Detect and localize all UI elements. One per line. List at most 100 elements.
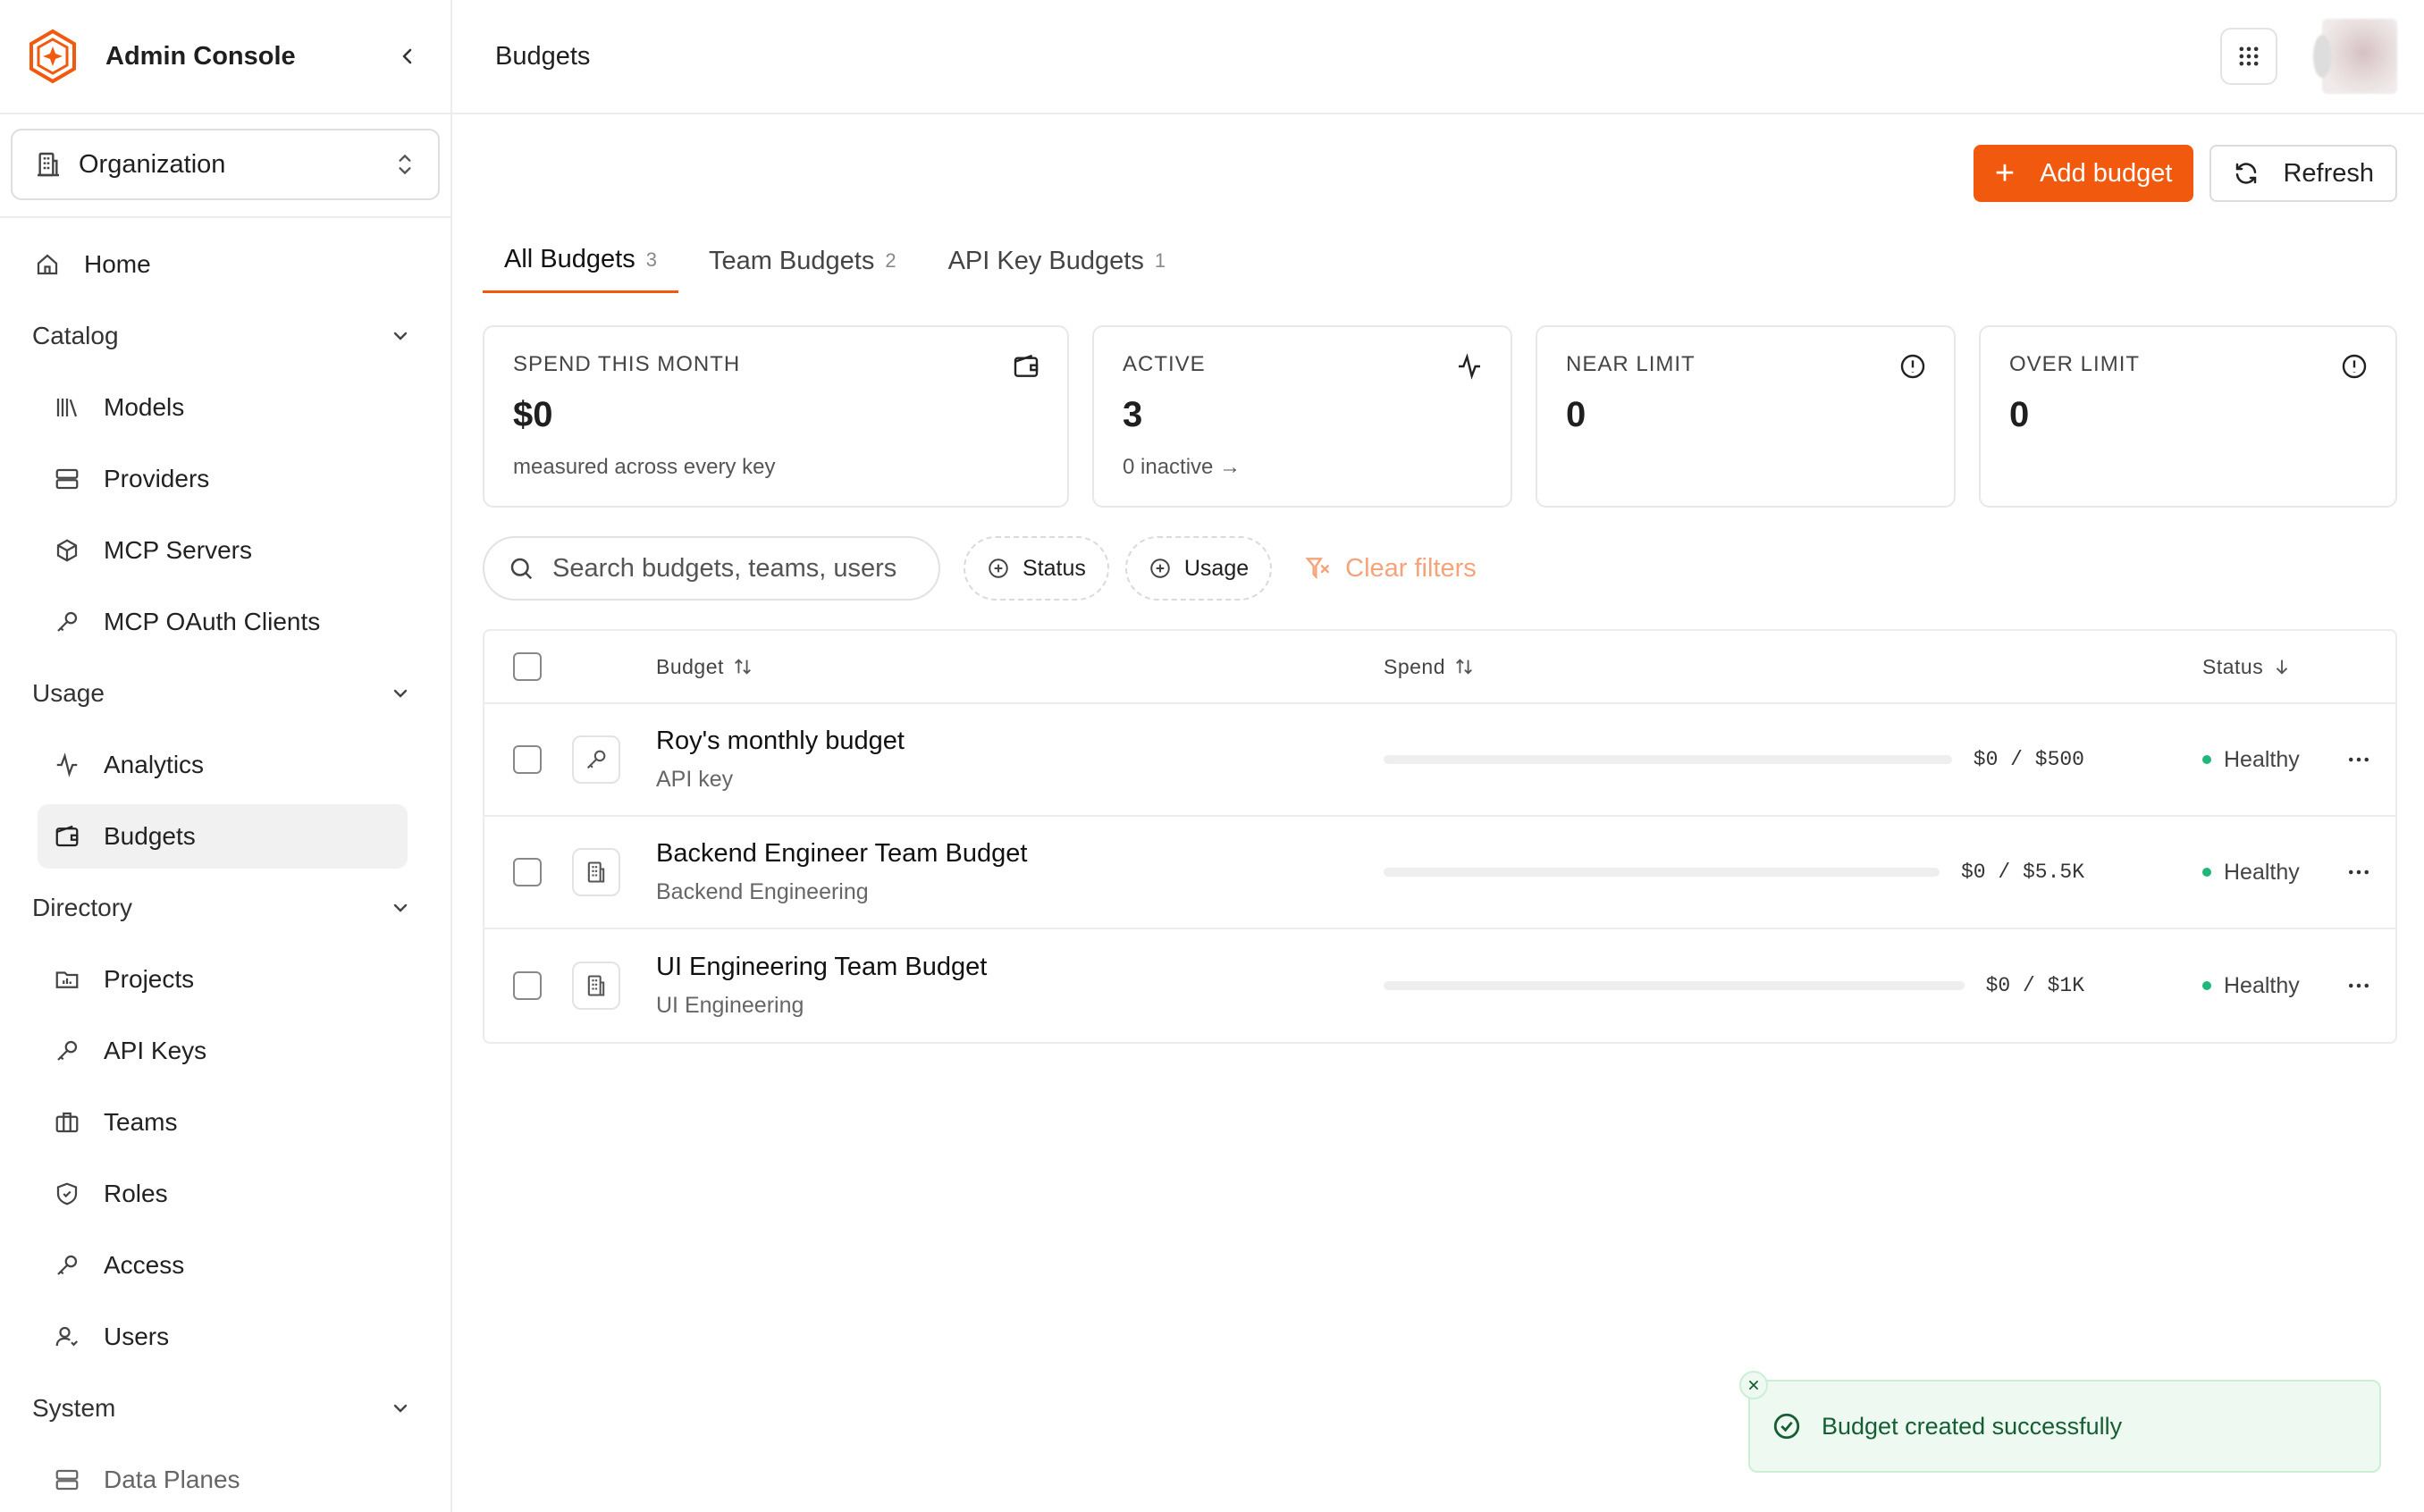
chip-label: Usage	[1183, 555, 1250, 581]
sidebar-section-usage[interactable]: Usage	[32, 661, 411, 726]
plus-circle-icon	[1150, 559, 1170, 578]
add-budget-button[interactable]: + Add budget	[1973, 145, 2194, 202]
budget-name[interactable]: Roy's monthly budget	[656, 727, 905, 756]
status-column-header[interactable]: Status	[2202, 655, 2292, 679]
stat-label: SPEND THIS MONTH	[513, 352, 741, 376]
sidebar-item-access[interactable]: Access	[38, 1233, 411, 1298]
more-horizontal-icon	[2349, 983, 2369, 988]
folder-chart-icon	[55, 971, 79, 988]
search-icon	[510, 558, 533, 580]
server-icon	[55, 1469, 79, 1491]
spend-progress-bar	[1384, 755, 1952, 764]
sidebar-section-catalog[interactable]: Catalog	[32, 304, 411, 368]
budget-owner: UI Engineering	[656, 993, 804, 1018]
row-checkbox[interactable]	[513, 971, 542, 1000]
avatar[interactable]	[2313, 19, 2397, 94]
sidebar-item-projects[interactable]: Projects	[38, 947, 411, 1012]
success-toast: Budget created successfully	[1739, 1371, 2381, 1473]
chevron-down-icon	[393, 1404, 408, 1413]
chevron-left-icon	[402, 48, 412, 64]
tab-count: 1	[1154, 249, 1166, 272]
stat-sub: measured across every key	[513, 455, 776, 479]
sidebar-item-label: Providers	[104, 465, 210, 492]
table-row[interactable]: Backend Engineer Team Budget Backend Eng…	[484, 817, 2395, 929]
select-all-checkbox[interactable]	[513, 652, 542, 681]
budget-owner: API key	[656, 767, 734, 792]
status-badge: Healthy	[2202, 747, 2300, 773]
status-dot	[2202, 981, 2211, 990]
apps-menu-button[interactable]	[2220, 28, 2277, 85]
chevron-down-icon	[393, 332, 408, 340]
tab-label: All Budgets	[504, 245, 635, 273]
spend-value: $0 / $5.5K	[1960, 861, 2084, 884]
spend-progress-bar	[1384, 981, 1965, 990]
sidebar-item-budgets[interactable]: Budgets	[38, 804, 408, 869]
row-actions-button[interactable]	[2345, 972, 2372, 999]
sidebar-item-data-planes[interactable]: Data Planes	[38, 1448, 411, 1512]
clear-filters-label: Clear filters	[1345, 553, 1477, 583]
budget-name[interactable]: Backend Engineer Team Budget	[656, 839, 1027, 869]
status-filter-chip[interactable]: Status	[964, 536, 1109, 601]
budget-tabs: All Budgets 3 Team Budgets 2 API Key Bud…	[483, 229, 1196, 293]
sidebar-item-mcp-oauth-clients[interactable]: MCP OAuth Clients	[38, 590, 411, 654]
sidebar-item-analytics[interactable]: Analytics	[38, 733, 411, 797]
top-bar: Budgets	[452, 0, 2424, 114]
inactive-link[interactable]: 0 inactive →	[1123, 455, 1482, 480]
spend-column-header[interactable]: Spend	[1384, 655, 1474, 679]
sidebar-item-label: Projects	[104, 965, 195, 993]
sidebar-item-api-keys[interactable]: API Keys	[38, 1019, 411, 1083]
check-circle-icon	[1773, 1413, 1800, 1440]
key-icon	[586, 750, 606, 769]
wallet-icon	[55, 825, 79, 847]
tab-team-budgets[interactable]: Team Budgets 2	[687, 229, 918, 293]
tab-label: Team Budgets	[708, 246, 875, 275]
table-row[interactable]: UI Engineering Team Budget UI Engineerin…	[484, 929, 2395, 1042]
clear-filters-button[interactable]: Clear filters	[1304, 554, 1477, 584]
table-row[interactable]: Roy's monthly budget API key $0 / $500 H…	[484, 704, 2395, 817]
sort-icon	[1456, 659, 1472, 675]
sidebar-item-roles[interactable]: Roles	[38, 1162, 411, 1226]
tab-label: API Key Budgets	[947, 246, 1144, 275]
budget-column-header[interactable]: Budget	[656, 655, 753, 679]
usage-filter-chip[interactable]: Usage	[1124, 536, 1273, 601]
sidebar-item-mcp-servers[interactable]: MCP Servers	[38, 518, 411, 583]
stat-over-limit: OVER LIMIT 0	[1979, 325, 2397, 508]
tab-all-budgets[interactable]: All Budgets 3	[483, 229, 678, 293]
plus-circle-icon	[989, 559, 1008, 578]
budget-type-badge	[572, 735, 620, 784]
sidebar-item-users[interactable]: Users	[38, 1305, 411, 1369]
grid-dots-icon	[2239, 46, 2259, 66]
organization-select[interactable]: Organization	[11, 129, 440, 200]
budget-name[interactable]: UI Engineering Team Budget	[656, 953, 987, 982]
stat-label: NEAR LIMIT	[1566, 352, 1696, 376]
sidebar-item-teams[interactable]: Teams	[38, 1090, 411, 1155]
alert-circle-icon	[2342, 354, 2367, 379]
arrow-down-icon	[2277, 659, 2288, 675]
key-icon	[57, 611, 78, 632]
sidebar-item-label: Data Planes	[104, 1466, 240, 1493]
toast-close-button[interactable]	[1739, 1371, 1768, 1399]
sidebar-item-providers[interactable]: Providers	[38, 447, 411, 511]
row-checkbox[interactable]	[513, 858, 542, 886]
row-checkbox[interactable]	[513, 745, 542, 774]
organization-label: Organization	[79, 149, 226, 179]
stat-label: ACTIVE	[1123, 352, 1206, 376]
refresh-button[interactable]: Refresh	[2209, 145, 2397, 202]
user-icon	[55, 1326, 79, 1347]
sidebar-section-system[interactable]: System	[32, 1376, 411, 1441]
sidebar-item-label: Budgets	[104, 822, 196, 850]
sidebar-section-directory[interactable]: Directory	[32, 876, 411, 940]
budgets-table: Budget Spend Status Roy's monthly budget…	[483, 629, 2397, 1044]
sidebar-item-label: MCP OAuth Clients	[104, 608, 321, 635]
search-input[interactable]	[552, 553, 910, 584]
row-actions-button[interactable]	[2345, 746, 2372, 773]
sidebar-item-models[interactable]: Models	[38, 375, 411, 440]
section-label: Usage	[32, 679, 105, 707]
row-actions-button[interactable]	[2345, 859, 2372, 886]
tab-api-key-budgets[interactable]: API Key Budgets 1	[927, 229, 1188, 293]
close-icon	[1749, 1381, 1758, 1390]
collapse-sidebar-button[interactable]	[390, 38, 425, 74]
server-icon	[55, 468, 79, 490]
sidebar-item-home[interactable]: Home	[32, 232, 411, 297]
section-label: Directory	[32, 894, 133, 921]
